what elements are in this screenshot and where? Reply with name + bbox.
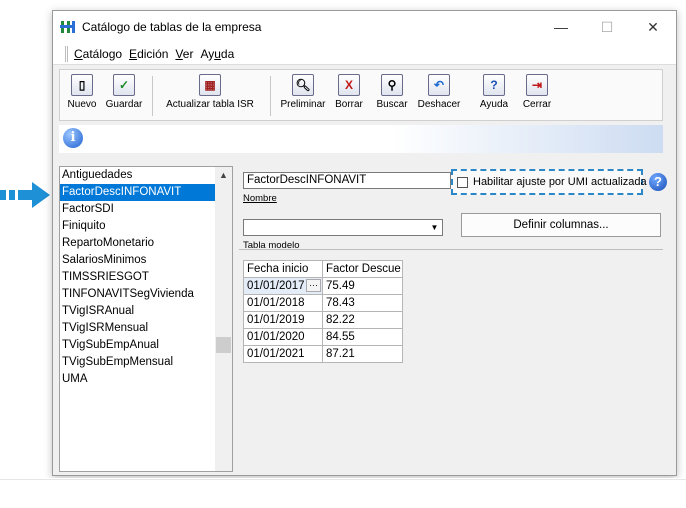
list-item[interactable]: TIMSSRIESGOT xyxy=(60,269,232,286)
umi-checkbox-label[interactable]: Habilitar ajuste por UMI actualizada xyxy=(473,176,647,188)
list-item[interactable]: SalariosMinimos xyxy=(60,252,232,269)
tables-list-items: Antiguedades FactorDescINFONAVIT FactorSDI… xyxy=(60,167,232,388)
table-row[interactable]: 01/01/2017 ··· 75.49 xyxy=(243,277,403,295)
ellipsis-button[interactable]: ··· xyxy=(306,279,321,292)
preliminar-button[interactable]: 🔍︎ Preliminar xyxy=(278,74,328,110)
table-row[interactable]: 01/01/2018 78.43 xyxy=(243,294,403,312)
menu-bar: Catálogo Edición Ver Ayuda xyxy=(53,43,676,65)
delete-icon: X xyxy=(338,74,360,96)
cerrar-button[interactable]: ⇥ Cerrar xyxy=(518,74,556,110)
title-bar[interactable]: Catálogo de tablas de la empresa — ☐ ✕ xyxy=(53,11,676,43)
toolbar-separator xyxy=(270,76,271,116)
buscar-button[interactable]: ⚲ Buscar xyxy=(372,74,412,110)
list-item[interactable]: TVigSubEmpAnual xyxy=(60,337,232,354)
tabla-modelo-select[interactable]: ▼ xyxy=(243,219,443,236)
nuevo-button[interactable]: ▯ Nuevo xyxy=(64,74,100,110)
detail-panel: FactorDescINFONAVIT Nombre Habilitar aju… xyxy=(239,166,667,472)
umi-checkbox[interactable] xyxy=(457,177,468,188)
table-cell-factor[interactable]: 75.49 xyxy=(322,277,403,295)
table-cell-fecha[interactable]: 01/01/2019 xyxy=(243,311,323,329)
list-item[interactable]: Finiquito xyxy=(60,218,232,235)
chevron-down-icon[interactable]: ▼ xyxy=(428,221,441,234)
list-item[interactable]: UMA xyxy=(60,371,232,388)
table-cell-fecha[interactable]: 01/01/2018 xyxy=(243,294,323,312)
toolbar: ▯ Nuevo ✓ Guardar ▦ Actualizar tabla ISR… xyxy=(59,69,663,121)
deshacer-button[interactable]: ↶ Deshacer xyxy=(414,74,464,110)
table-row[interactable]: 01/01/2021 87.21 xyxy=(243,345,403,363)
divider xyxy=(0,479,686,480)
table-cell-factor[interactable]: 78.43 xyxy=(322,294,403,312)
ayuda-button[interactable]: ? Ayuda xyxy=(474,74,514,110)
binoculars-icon: ⚲ xyxy=(381,74,403,96)
update-table-icon: ▦ xyxy=(199,74,221,96)
table-cell-factor[interactable]: 87.21 xyxy=(322,345,403,363)
menu-ver[interactable]: Ver xyxy=(175,47,193,61)
guardar-button[interactable]: ✓ Guardar xyxy=(102,74,146,110)
menu-edicion[interactable]: Edición xyxy=(129,47,168,61)
undo-icon: ↶ xyxy=(428,74,450,96)
app-window: Catálogo de tablas de la empresa — ☐ ✕ C… xyxy=(52,10,677,476)
table-cell-factor[interactable]: 82.22 xyxy=(322,311,403,329)
info-icon[interactable]: i xyxy=(63,128,83,148)
table-cell-fecha[interactable]: 01/01/2021 xyxy=(243,345,323,363)
list-item[interactable]: TINFONAVITSegVivienda xyxy=(60,286,232,303)
borrar-button[interactable]: X Borrar xyxy=(330,74,368,110)
exit-icon: ⇥ xyxy=(526,74,548,96)
maximize-button[interactable]: ☐ xyxy=(584,11,630,43)
nombre-input[interactable]: FactorDescINFONAVIT xyxy=(243,172,451,189)
list-item[interactable]: TVigISRMensual xyxy=(60,320,232,337)
column-header-factor[interactable]: Factor Descue xyxy=(322,260,403,278)
actualizar-tabla-isr-button[interactable]: ▦ Actualizar tabla ISR xyxy=(158,74,262,110)
list-scrollbar[interactable]: ▲ xyxy=(215,167,232,471)
window-title: Catálogo de tablas de la empresa xyxy=(82,20,262,34)
help-icon: ? xyxy=(483,74,505,96)
annotation-arrow-icon xyxy=(0,182,50,208)
tables-list[interactable]: Antiguedades FactorDescINFONAVIT FactorSDI… xyxy=(59,166,233,472)
menu-ayuda[interactable]: Ayuda xyxy=(200,47,234,61)
list-item[interactable]: TVigISRAnual xyxy=(60,303,232,320)
toolbar-separator xyxy=(152,76,153,116)
data-grid[interactable]: Fecha inicio Factor Descue 01/01/2017 ··… xyxy=(243,260,403,363)
table-row[interactable]: 01/01/2020 84.55 xyxy=(243,328,403,346)
scroll-up-icon[interactable]: ▲ xyxy=(215,170,232,180)
definir-columnas-button[interactable]: Definir columnas... xyxy=(461,213,661,237)
umi-checkbox-container[interactable]: Habilitar ajuste por UMI actualizada xyxy=(451,169,647,195)
menu-grip-icon xyxy=(65,45,68,62)
preview-icon: 🔍︎ xyxy=(292,74,314,96)
list-item[interactable]: TVigSubEmpMensual xyxy=(60,354,232,371)
list-item-selected[interactable]: FactorDescINFONAVIT xyxy=(60,184,232,201)
scrollbar-thumb[interactable] xyxy=(216,337,231,353)
table-row[interactable]: 01/01/2019 82.22 xyxy=(243,311,403,329)
help-icon[interactable]: ? xyxy=(649,173,667,191)
column-header-fecha[interactable]: Fecha inicio xyxy=(243,260,323,278)
new-document-icon: ▯ xyxy=(71,74,93,96)
menu-catalogo[interactable]: Catálogo xyxy=(74,47,122,61)
table-cell-fecha[interactable]: 01/01/2017 ··· xyxy=(243,277,323,295)
info-bar: i xyxy=(59,125,663,153)
app-logo-icon xyxy=(60,21,75,33)
divider xyxy=(239,249,663,250)
table-cell-fecha[interactable]: 01/01/2020 xyxy=(243,328,323,346)
minimize-button[interactable]: — xyxy=(538,11,584,43)
nombre-label: Nombre xyxy=(243,193,277,204)
save-check-icon: ✓ xyxy=(113,74,135,96)
table-cell-factor[interactable]: 84.55 xyxy=(322,328,403,346)
close-button[interactable]: ✕ xyxy=(630,11,676,43)
list-item[interactable]: FactorSDI xyxy=(60,201,232,218)
bottom-area xyxy=(0,478,686,508)
list-item[interactable]: Antiguedades xyxy=(60,167,232,184)
list-item[interactable]: RepartoMonetario xyxy=(60,235,232,252)
